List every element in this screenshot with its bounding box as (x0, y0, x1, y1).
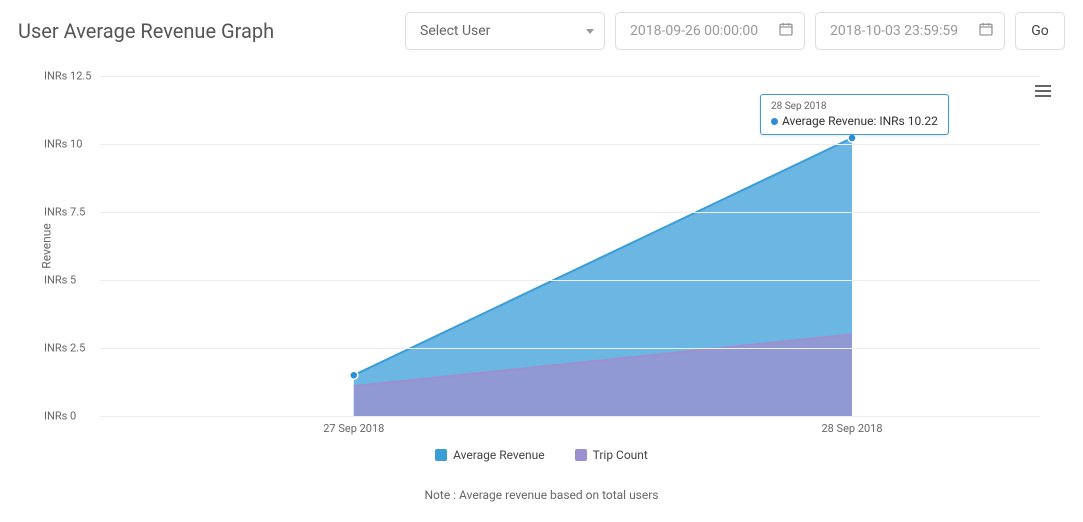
select-user-dropdown[interactable]: Select User (405, 12, 605, 50)
chart-plot: Revenue 28 Sep 2018 Average Revenue: INR… (100, 76, 1040, 416)
legend-swatch (575, 449, 587, 461)
legend-item[interactable]: Average Revenue (435, 448, 544, 462)
y-tick-label: INRs 10 (44, 138, 82, 151)
date-to-input[interactable] (830, 23, 972, 39)
gridline (100, 280, 1040, 281)
calendar-icon (778, 21, 794, 41)
tooltip-date: 28 Sep 2018 (771, 101, 938, 112)
chart-tooltip: 28 Sep 2018 Average Revenue: INRs 10.22 (760, 94, 949, 135)
gridline (100, 76, 1040, 77)
page-title: User Average Revenue Graph (18, 19, 274, 43)
legend-swatch (435, 449, 447, 461)
x-tick-label: 28 Sep 2018 (821, 422, 882, 435)
chevron-down-icon (586, 29, 594, 34)
tooltip-dot-icon (771, 118, 778, 125)
y-tick-label: INRs 2.5 (44, 342, 85, 355)
gridline (100, 416, 1040, 417)
gridline (100, 144, 1040, 145)
legend-label: Average Revenue (453, 448, 544, 462)
select-user-label: Select User (420, 23, 490, 39)
chart-legend: Average Revenue Trip Count (20, 448, 1063, 462)
legend-item[interactable]: Trip Count (575, 448, 648, 462)
gridline (100, 348, 1040, 349)
go-button[interactable]: Go (1015, 12, 1065, 50)
tooltip-value: Average Revenue: INRs 10.22 (771, 114, 938, 128)
gridline (100, 212, 1040, 213)
calendar-icon (978, 21, 994, 41)
chart-note: Note : Average revenue based on total us… (20, 488, 1063, 502)
y-tick-label: INRs 12.5 (44, 70, 91, 83)
go-button-label: Go (1031, 23, 1049, 39)
y-axis-label: Revenue (40, 223, 54, 268)
header: User Average Revenue Graph Select User G… (0, 0, 1083, 58)
y-tick-label: INRs 0 (44, 410, 76, 423)
date-from-field[interactable] (615, 12, 805, 50)
date-from-input[interactable] (630, 23, 772, 39)
y-tick-label: INRs 5 (44, 274, 76, 287)
legend-label: Trip Count (593, 448, 648, 462)
x-tick-label: 27 Sep 2018 (323, 422, 384, 435)
date-to-field[interactable] (815, 12, 1005, 50)
chart-container: Revenue 28 Sep 2018 Average Revenue: INR… (20, 68, 1063, 468)
y-tick-label: INRs 7.5 (44, 206, 85, 219)
